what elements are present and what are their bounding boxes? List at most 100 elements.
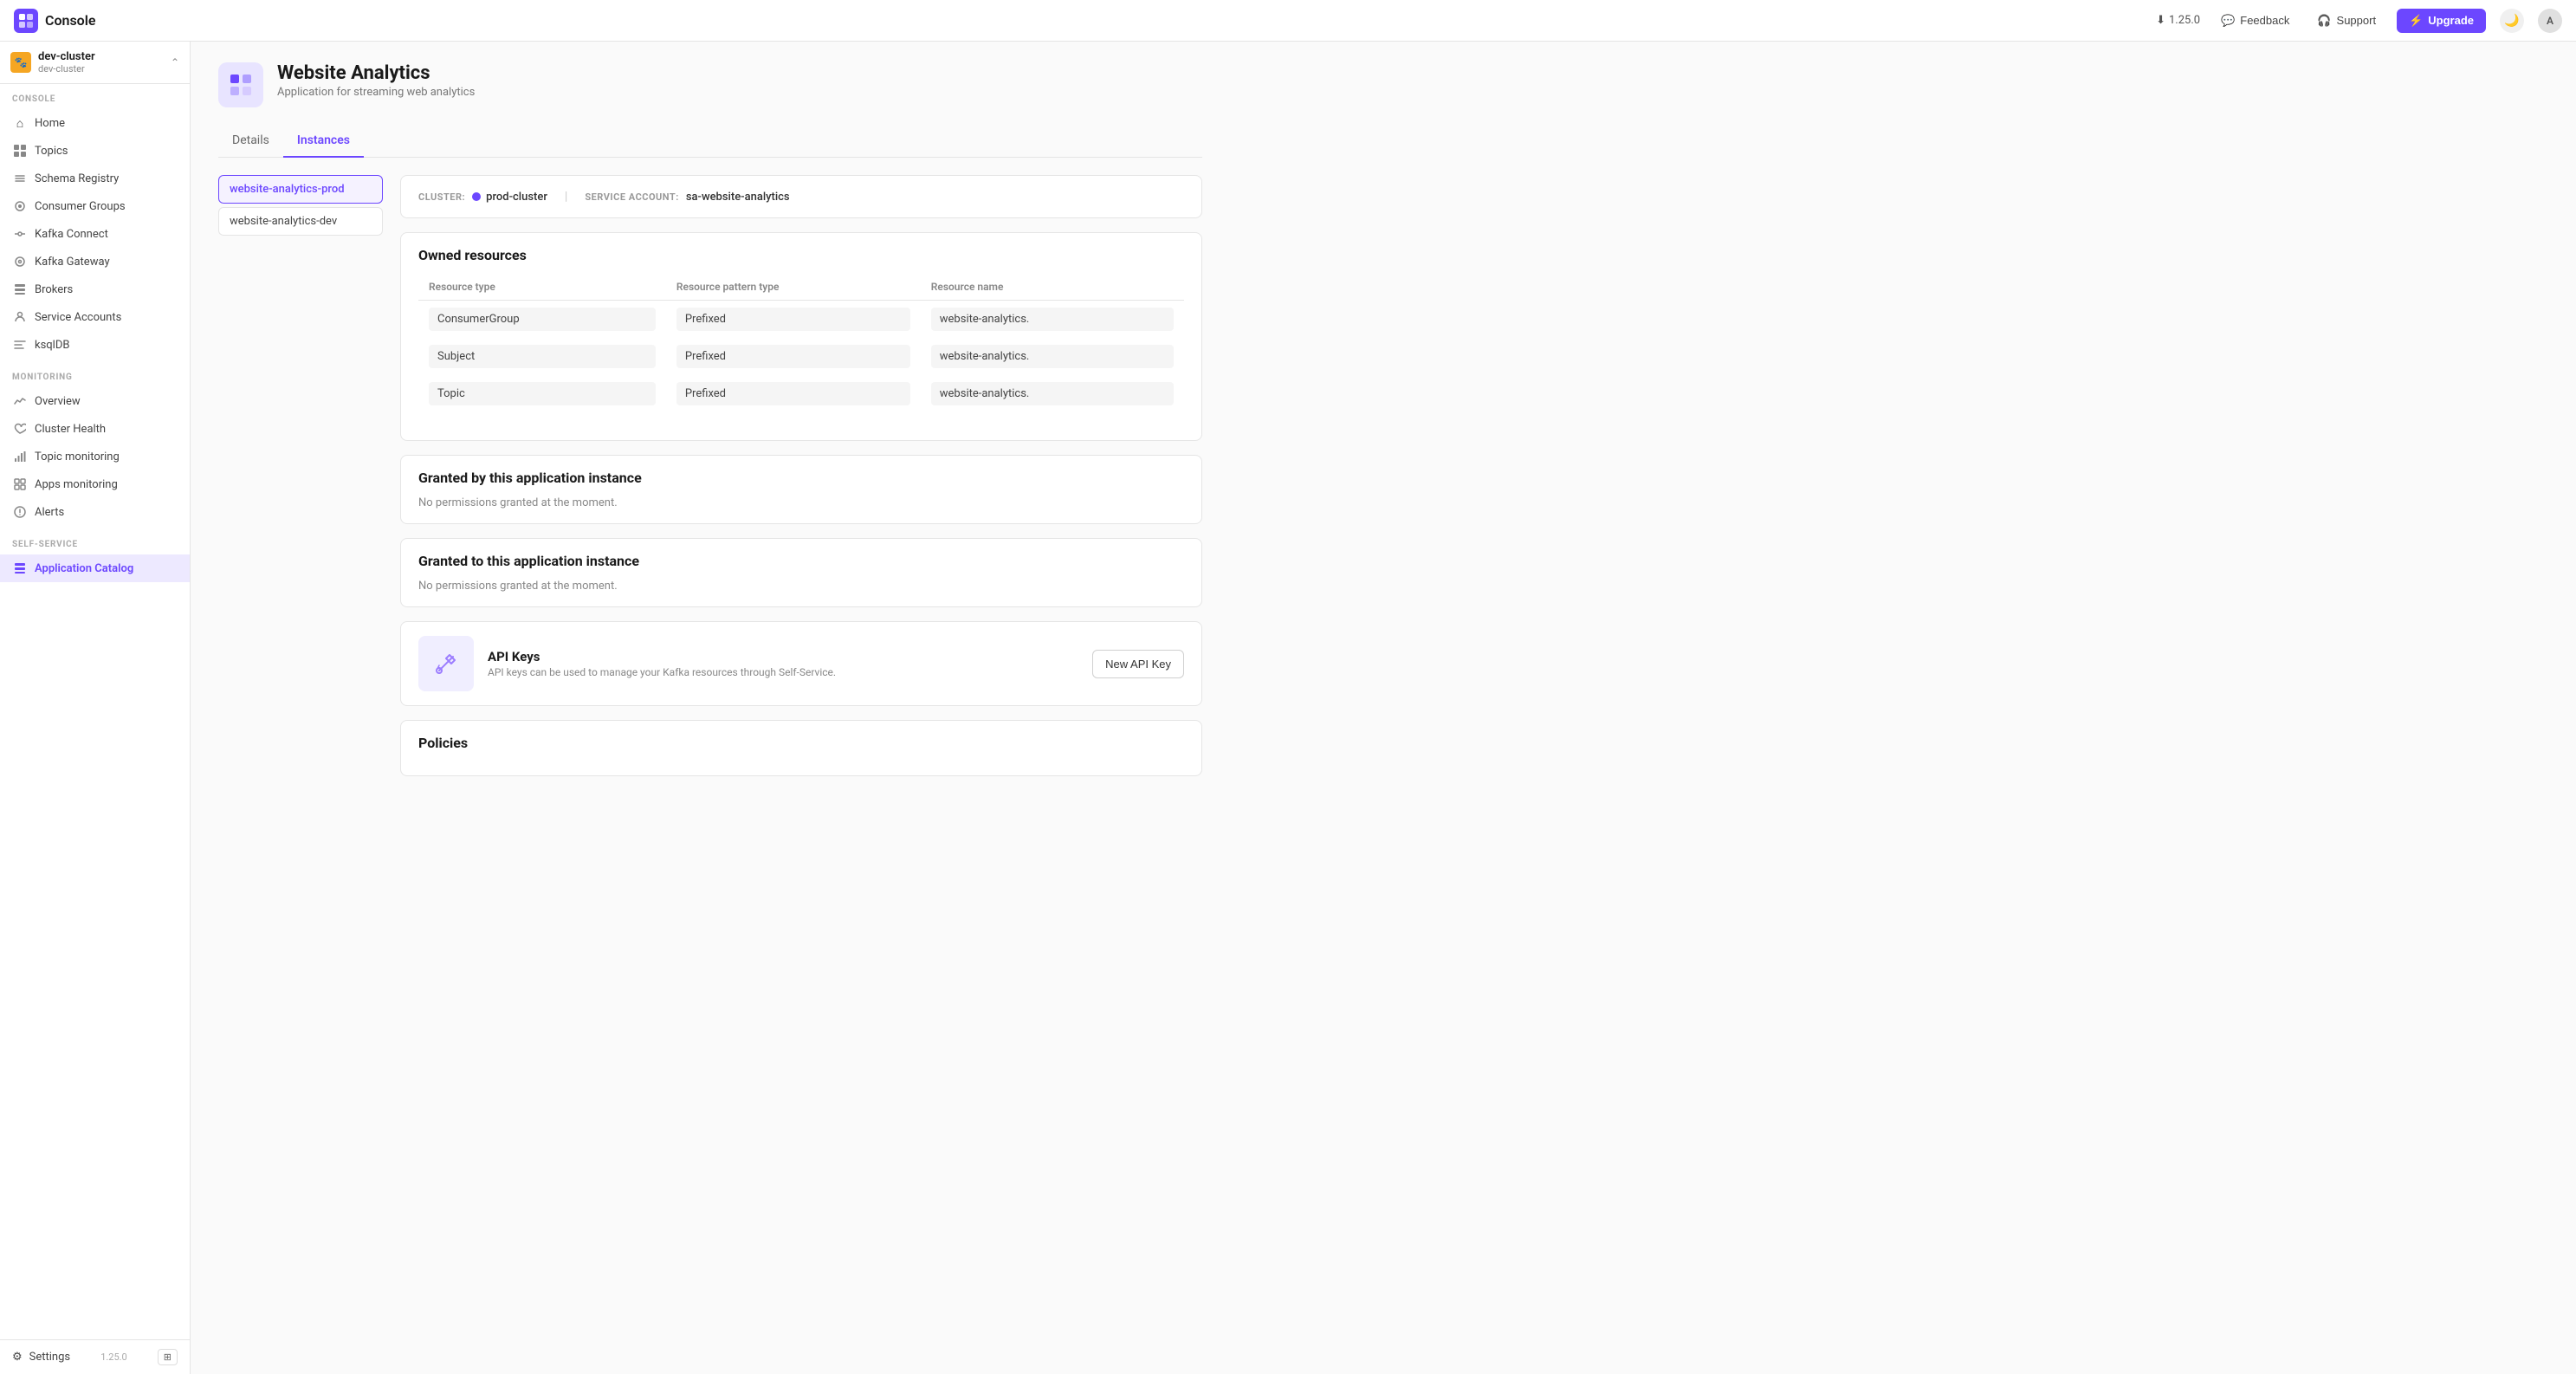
- instance-item-dev[interactable]: website-analytics-dev: [218, 207, 383, 236]
- home-icon: ⌂: [12, 115, 28, 131]
- sidebar-item-service-accounts-label: Service Accounts: [35, 311, 121, 324]
- service-account-label: SERVICE ACCOUNT:: [585, 191, 678, 203]
- instance-item-prod[interactable]: website-analytics-prod: [218, 175, 383, 204]
- sidebar-item-cluster-health[interactable]: Cluster Health: [0, 415, 190, 443]
- cluster-field: CLUSTER: prod-cluster: [418, 191, 547, 204]
- sidebar: 🐾 dev-cluster dev-cluster ⌃ CONSOLE ⌂ Ho…: [0, 42, 191, 1374]
- sidebar-item-topic-monitoring[interactable]: Topic monitoring: [0, 443, 190, 470]
- sidebar-item-apps-monitoring[interactable]: Apps monitoring: [0, 470, 190, 498]
- resource-table-head: Resource type Resource pattern type Reso…: [418, 274, 1184, 301]
- tab-instances[interactable]: Instances: [283, 125, 364, 158]
- navbar-right: ⬇ 1.25.0 💬 Feedback 🎧 Support ⚡ Upgrade …: [2156, 9, 2562, 33]
- sidebar-item-topics[interactable]: Topics: [0, 137, 190, 165]
- service-account-value: sa-website-analytics: [686, 191, 790, 204]
- sidebar-item-application-catalog-label: Application Catalog: [35, 562, 133, 575]
- self-service-section: SELF-SERVICE Application Catalog: [0, 529, 190, 586]
- sidebar-item-application-catalog[interactable]: Application Catalog: [0, 554, 190, 582]
- sidebar-item-overview[interactable]: Overview: [0, 387, 190, 415]
- self-service-section-label: SELF-SERVICE: [0, 540, 190, 554]
- main-content: Website Analytics Application for stream…: [191, 42, 2576, 1374]
- resource-type-cell: Topic: [429, 382, 656, 405]
- support-label: Support: [2337, 14, 2377, 27]
- sidebar-footer: ⚙ Settings 1.25.0 ⊞: [0, 1339, 190, 1374]
- support-button[interactable]: 🎧 Support: [2310, 10, 2383, 31]
- cluster-dot: [472, 192, 481, 201]
- upgrade-button[interactable]: ⚡ Upgrade: [2397, 9, 2486, 33]
- app-title: Console: [45, 12, 96, 29]
- sidebar-item-service-accounts[interactable]: Service Accounts: [0, 303, 190, 331]
- instance-prod-label: website-analytics-prod: [230, 183, 345, 196]
- monitoring-section: MONITORING Overview Cluster Health Topic…: [0, 362, 190, 529]
- expand-button[interactable]: ⊞: [158, 1349, 178, 1365]
- cluster-selector[interactable]: 🐾 dev-cluster dev-cluster ⌃: [0, 42, 190, 84]
- granted-by-card: Granted by this application instance No …: [400, 455, 1202, 524]
- col-resource-pattern: Resource pattern type: [666, 274, 921, 301]
- cluster-text: dev-cluster dev-cluster: [38, 50, 95, 75]
- sidebar-item-home[interactable]: ⌂ Home: [0, 109, 190, 137]
- sidebar-item-consumer-groups[interactable]: Consumer Groups: [0, 192, 190, 220]
- topics-icon: [12, 143, 28, 159]
- schema-registry-icon: [12, 171, 28, 186]
- cluster-icon: 🐾: [10, 52, 31, 73]
- app-logo: [14, 9, 38, 33]
- sidebar-item-kafka-gateway[interactable]: Kafka Gateway: [0, 248, 190, 275]
- sidebar-item-consumer-groups-label: Consumer Groups: [35, 200, 126, 213]
- sidebar-item-topics-label: Topics: [35, 145, 68, 158]
- granted-to-empty: No permissions granted at the moment.: [418, 580, 1184, 593]
- monitoring-section-label: MONITORING: [0, 373, 190, 387]
- navbar-left: Console: [14, 9, 96, 33]
- theme-toggle[interactable]: 🌙: [2500, 9, 2524, 33]
- resource-table: Resource type Resource pattern type Reso…: [418, 274, 1184, 412]
- col-resource-name: Resource name: [921, 274, 1184, 301]
- instances-layout: website-analytics-prod website-analytics…: [218, 175, 1202, 790]
- api-keys-sub: API keys can be used to manage your Kafk…: [488, 666, 1078, 678]
- api-keys-card: API Keys API keys can be used to manage …: [400, 621, 1202, 706]
- settings-item[interactable]: ⚙ Settings: [12, 1351, 70, 1364]
- instance-meta: CLUSTER: prod-cluster | SERVICE ACCOUNT:…: [418, 190, 1184, 204]
- instance-dev-label: website-analytics-dev: [230, 215, 337, 228]
- table-row: Subject Prefixed website-analytics.: [418, 338, 1184, 375]
- footer-version: 1.25.0: [100, 1351, 127, 1363]
- meta-divider: |: [565, 190, 567, 204]
- content-inner: Website Analytics Application for stream…: [191, 42, 1230, 811]
- app-header: Website Analytics Application for stream…: [218, 62, 1202, 107]
- cluster-meta-value: prod-cluster: [472, 191, 547, 204]
- resource-table-header-row: Resource type Resource pattern type Reso…: [418, 274, 1184, 301]
- sidebar-item-ksqldb-label: ksqlDB: [35, 339, 69, 352]
- sidebar-item-schema-registry[interactable]: Schema Registry: [0, 165, 190, 192]
- console-section: CONSOLE ⌂ Home Topics Schema Registry: [0, 84, 190, 362]
- resource-pattern-cell: Prefixed: [676, 382, 910, 405]
- consumer-groups-icon: [12, 198, 28, 214]
- avatar: A: [2538, 9, 2562, 33]
- navbar: Console ⬇ 1.25.0 💬 Feedback 🎧 Support ⚡ …: [0, 0, 2576, 42]
- new-api-key-button[interactable]: New API Key: [1092, 650, 1184, 678]
- sidebar-item-kafka-gateway-label: Kafka Gateway: [35, 256, 110, 269]
- resource-name-cell: website-analytics.: [931, 345, 1174, 368]
- api-keys-icon: [418, 636, 474, 691]
- owned-resources-title: Owned resources: [418, 247, 1184, 263]
- cluster-chevron-icon: ⌃: [171, 56, 179, 68]
- sidebar-item-ksqldb[interactable]: ksqlDB: [0, 331, 190, 359]
- sidebar-item-schema-label: Schema Registry: [35, 172, 119, 185]
- tab-details[interactable]: Details: [218, 125, 283, 158]
- resource-type-cell: Subject: [429, 345, 656, 368]
- api-keys-title: API Keys: [488, 649, 1078, 664]
- policies-title: Policies: [418, 735, 1184, 751]
- table-row: Topic Prefixed website-analytics.: [418, 375, 1184, 412]
- sidebar-item-brokers[interactable]: Brokers: [0, 275, 190, 303]
- instance-meta-card: CLUSTER: prod-cluster | SERVICE ACCOUNT:…: [400, 175, 1202, 218]
- granted-by-title: Granted by this application instance: [418, 470, 1184, 486]
- sidebar-item-alerts[interactable]: Alerts: [0, 498, 190, 526]
- upgrade-label: Upgrade: [2428, 14, 2474, 27]
- sidebar-item-kafka-connect[interactable]: Kafka Connect: [0, 220, 190, 248]
- apps-monitoring-icon: [12, 476, 28, 492]
- kafka-gateway-icon: [12, 254, 28, 269]
- ksqldb-icon: [12, 337, 28, 353]
- cluster-health-icon: [12, 421, 28, 437]
- owned-resources-card: Owned resources Resource type Resource p…: [400, 232, 1202, 441]
- feedback-button[interactable]: 💬 Feedback: [2214, 10, 2296, 31]
- cluster-sub: dev-cluster: [38, 63, 95, 75]
- sidebar-item-topic-monitoring-label: Topic monitoring: [35, 450, 120, 463]
- app-subtitle-text: Application for streaming web analytics: [277, 86, 475, 99]
- cluster-info: 🐾 dev-cluster dev-cluster: [10, 50, 95, 75]
